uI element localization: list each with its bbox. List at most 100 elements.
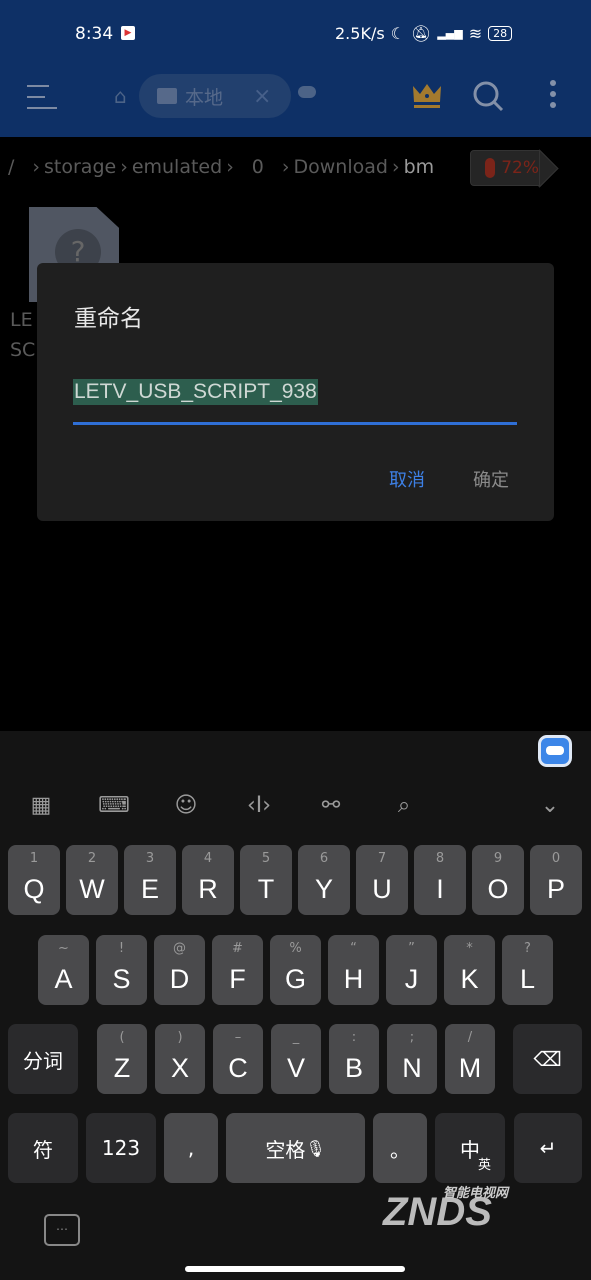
key-i[interactable]: 8I — [414, 845, 466, 915]
key-label: ↵ — [539, 1136, 557, 1160]
key-label: 123 — [101, 1136, 141, 1160]
breadcrumb-download[interactable]: Download — [294, 156, 388, 178]
znds-watermark-logo: ZNDS 智能电视网 — [383, 1185, 509, 1234]
storage-percent: 72% — [501, 158, 539, 178]
symbols-key[interactable]: 符 — [8, 1113, 78, 1183]
english-label: 英 — [477, 1158, 491, 1173]
key-c[interactable]: – C — [213, 1024, 263, 1094]
space-key[interactable]: 空格 🎙︎ — [226, 1113, 365, 1183]
key-primary: H — [343, 964, 364, 994]
key-d[interactable]: @ D — [154, 935, 205, 1005]
key-o[interactable]: 9O — [472, 845, 524, 915]
key-secondary: 2 — [87, 851, 97, 866]
moon-icon: ☾ — [390, 24, 406, 43]
key-m[interactable]: / M — [445, 1024, 495, 1094]
key-secondary: 5 — [261, 851, 271, 866]
status-icons: 2.5K/s ☾ 🔕︎ ▂▄▆ ≋ 28 — [335, 24, 513, 43]
language-toggle-key[interactable]: 中英 — [435, 1113, 505, 1183]
key-primary: X — [170, 1053, 189, 1083]
key-primary: Z — [113, 1053, 131, 1083]
cursor-icon[interactable]: ‹I› — [244, 793, 274, 818]
tab-local[interactable]: 本地 × — [139, 74, 291, 118]
rename-input[interactable]: LETV_USB_SCRIPT_938 — [73, 363, 517, 425]
key-primary: L — [519, 964, 536, 994]
key-secondary: ” — [408, 941, 415, 956]
key-primary: B — [344, 1053, 363, 1083]
signal-icon: ▂▄▆ — [437, 27, 463, 40]
more-options-icon[interactable] — [548, 80, 558, 114]
key-primary: A — [54, 964, 73, 994]
key-x[interactable]: ) X — [155, 1024, 205, 1094]
key-secondary: 9 — [493, 851, 503, 866]
grid-icon[interactable]: ▦ — [26, 793, 56, 818]
key-label: 中 — [460, 1137, 480, 1162]
key-r[interactable]: 4R — [182, 845, 234, 915]
key-p[interactable]: 0P — [530, 845, 582, 915]
key-secondary: * — [466, 941, 473, 956]
key-secondary: # — [232, 941, 243, 956]
key-primary: I — [436, 874, 444, 904]
keyboard-switch-icon[interactable]: ⋯ — [44, 1214, 80, 1246]
key-n[interactable]: ; N — [387, 1024, 437, 1094]
ok-button[interactable]: 确定 — [473, 466, 509, 492]
key-primary: S — [112, 964, 131, 994]
breadcrumb-emulated[interactable]: emulated — [132, 156, 222, 178]
microphone-icon: 🎙︎ — [305, 1138, 326, 1158]
key-k[interactable]: * K — [444, 935, 495, 1005]
key-e[interactable]: 3E — [124, 845, 176, 915]
key-secondary: ) — [177, 1030, 183, 1045]
numbers-key[interactable]: 123 — [86, 1113, 156, 1183]
key-g[interactable]: % G — [270, 935, 321, 1005]
key-f[interactable]: # F — [212, 935, 263, 1005]
key-primary: U — [372, 874, 392, 904]
key-secondary: 1 — [29, 851, 39, 866]
key-t[interactable]: 5T — [240, 845, 292, 915]
segment-key[interactable]: 分词 — [8, 1024, 78, 1094]
home-icon[interactable]: ⌂ — [114, 84, 127, 108]
menu-icon[interactable] — [27, 85, 57, 109]
key-l[interactable]: ? L — [502, 935, 553, 1005]
ai-assistant-icon[interactable] — [538, 735, 572, 767]
link-icon[interactable]: ⚯ — [316, 793, 346, 818]
emoji-icon[interactable]: ☺ — [171, 793, 201, 818]
backspace-key[interactable]: ⌫ — [513, 1024, 582, 1094]
dialog-title: 重命名 — [74, 306, 143, 332]
comma-key[interactable]: , — [164, 1113, 218, 1183]
rename-input-value[interactable]: LETV_USB_SCRIPT_938 — [73, 379, 318, 405]
key-secondary: % — [289, 941, 302, 956]
key-z[interactable]: (Z — [97, 1024, 147, 1094]
key-w[interactable]: 2W — [66, 845, 118, 915]
crown-icon[interactable] — [412, 82, 442, 110]
breadcrumb-storage[interactable]: storage — [44, 156, 116, 178]
key-s[interactable]: ! S — [96, 935, 147, 1005]
key-v[interactable]: _ V — [271, 1024, 321, 1094]
breadcrumb-root[interactable]: / — [8, 156, 14, 178]
close-tab-icon[interactable]: × — [253, 84, 271, 109]
period-key[interactable]: 。 — [373, 1113, 427, 1183]
cloud-icon[interactable] — [298, 86, 316, 98]
key-primary: G — [284, 964, 306, 994]
key-secondary: ? — [524, 941, 531, 956]
key-y[interactable]: 6Y — [298, 845, 350, 915]
key-secondary: – — [234, 1030, 242, 1045]
play-app-icon: ▶ — [121, 26, 135, 40]
enter-key[interactable]: ↵ — [514, 1113, 582, 1183]
key-label: ⌫ — [533, 1047, 562, 1071]
key-q[interactable]: 1Q — [8, 845, 60, 915]
search-icon[interactable]: ⌕ — [389, 793, 419, 818]
key-a[interactable]: ~ A — [38, 935, 89, 1005]
search-icon[interactable] — [472, 80, 504, 112]
breadcrumb-0[interactable]: 0 — [252, 156, 264, 178]
key-b[interactable]: :B — [329, 1024, 379, 1094]
cancel-button[interactable]: 取消 — [389, 466, 425, 492]
keyboard-layout-icon[interactable]: ⌨ — [98, 793, 130, 818]
collapse-keyboard-icon[interactable]: ⌄ — [535, 793, 565, 818]
key-h[interactable]: “H — [328, 935, 379, 1005]
key-secondary: 4 — [203, 851, 213, 866]
key-secondary: ! — [118, 941, 125, 956]
breadcrumb-bm[interactable]: bm — [404, 156, 435, 178]
storage-usage-badge[interactable]: 72% — [470, 150, 540, 186]
key-j[interactable]: ” J — [386, 935, 437, 1005]
key-u[interactable]: 7U — [356, 845, 408, 915]
home-indicator[interactable] — [185, 1266, 405, 1272]
